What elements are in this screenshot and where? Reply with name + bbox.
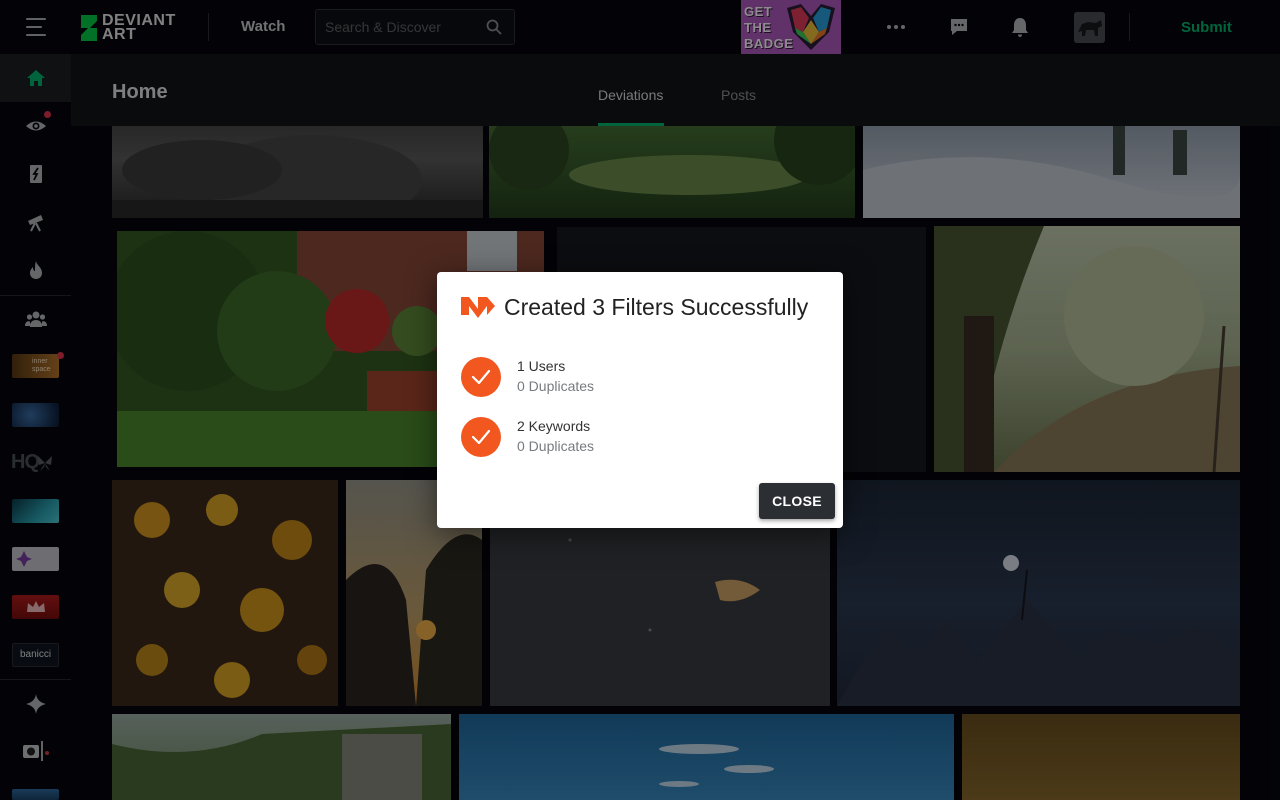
result-title: 2 Keywords [517,418,591,434]
check-icon [461,417,501,457]
result-users: 1 Users 0 Duplicates [461,355,801,399]
close-button[interactable]: CLOSE [759,483,835,519]
dialog-title: Created 3 Filters Successfully [504,294,809,320]
result-keywords: 2 Keywords 0 Duplicates [461,415,801,459]
result-subtitle: 0 Duplicates [517,438,595,454]
result-subtitle: 0 Duplicates [517,378,595,394]
extension-logo-icon [461,297,495,318]
app-root: Home Deviations Posts DEVIANT ART Watch [0,0,1280,800]
check-icon [461,357,501,397]
filters-created-dialog: Created 3 Filters Successfully 1 Users 0… [437,272,843,528]
result-title: 1 Users [517,358,566,374]
